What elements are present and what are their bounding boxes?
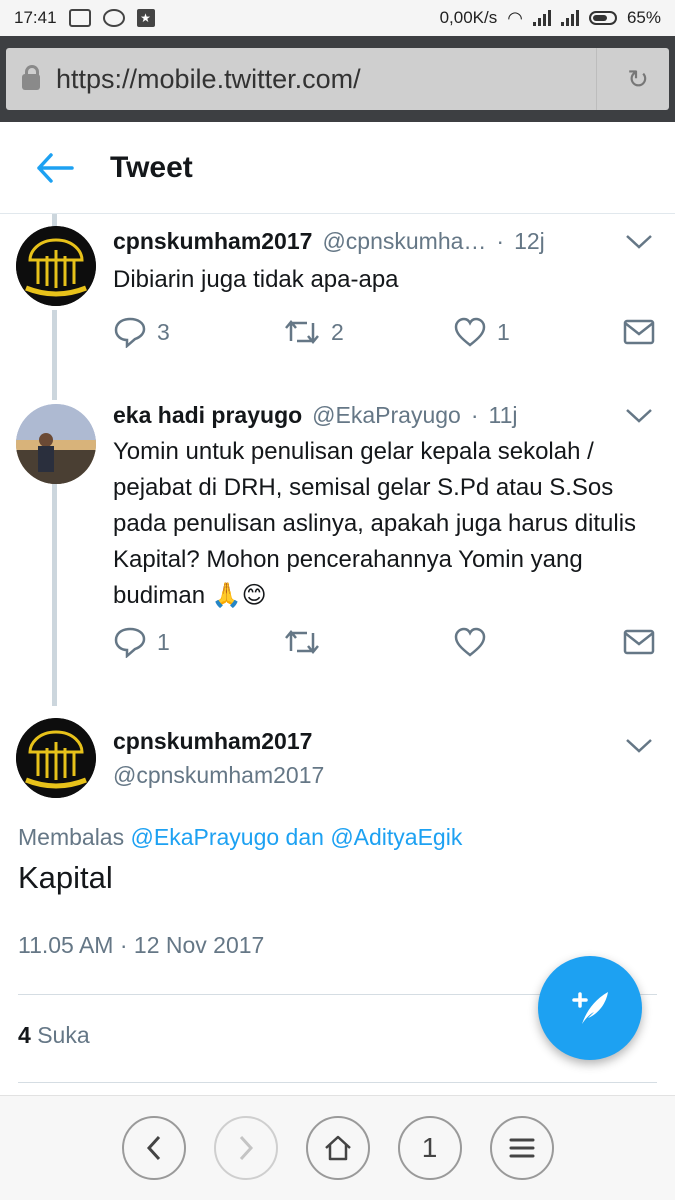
reply-icon [114, 627, 146, 658]
reply-prefix: Membalas [18, 824, 125, 850]
browser-forward-button[interactable] [213, 1116, 278, 1180]
like-button[interactable]: 1 [453, 317, 623, 347]
main-tweet-name: cpnskumham2017 [113, 728, 322, 755]
like-count: 1 [497, 318, 510, 345]
reload-icon[interactable]: ↻ [623, 64, 653, 95]
browser-tabs-button[interactable]: 1 [397, 1116, 462, 1180]
lock-icon [22, 65, 40, 90]
star-icon: ★ [136, 9, 155, 27]
likes-count: 4 [18, 1022, 31, 1048]
chevron-down-icon[interactable] [624, 404, 654, 430]
reply-count: 3 [157, 318, 170, 345]
tweet-timestamp: 11.05 AM · 12 Nov 2017 [18, 932, 265, 958]
main-tweet-handle: @cpnskumham2017 [113, 762, 324, 789]
separator-dot: · [496, 228, 505, 254]
main-tweet-text: Kapital [18, 860, 113, 895]
reply-joiner: dan [285, 824, 324, 850]
heart-icon [454, 317, 486, 347]
battery-icon [588, 11, 617, 25]
avatar[interactable] [16, 226, 96, 306]
display-name[interactable]: eka hadi prayugo [113, 402, 302, 429]
reply-context: Membalas @EkaPrayugo dan @AdityaEgik [18, 824, 462, 851]
browser-bottom-nav: 1 [0, 1095, 675, 1200]
battery-percent: 65% [626, 8, 661, 27]
display-name[interactable]: cpnskumham2017 [113, 728, 312, 755]
status-bar: 17:41 ★ 0,00K/s ◠ 65% [0, 0, 675, 36]
tweet-header: cpnskumham2017 @cpnskumha… · 12j [113, 228, 545, 255]
url-divider [596, 48, 597, 110]
envelope-icon [623, 629, 655, 655]
reply-button[interactable]: 1 [113, 626, 283, 658]
retweet-icon [285, 630, 319, 654]
url-text[interactable]: https://mobile.twitter.com/ [56, 64, 596, 95]
display-name[interactable]: cpnskumham2017 [113, 228, 312, 255]
user-handle[interactable]: @EkaPrayugo [312, 402, 461, 429]
avatar[interactable] [16, 718, 96, 798]
tabs-count: 1 [421, 1132, 438, 1163]
avatar[interactable] [16, 404, 96, 484]
like-button[interactable] [453, 627, 623, 657]
retweet-button[interactable]: 2 [283, 317, 453, 347]
compose-tweet-button[interactable] [538, 956, 642, 1060]
user-handle[interactable]: @cpnskumha… [322, 228, 486, 255]
direct-message-button[interactable] [623, 629, 655, 655]
envelope-icon [623, 319, 655, 345]
direct-message-button[interactable] [623, 319, 655, 345]
retweet-count: 2 [331, 318, 344, 345]
address-bar[interactable]: https://mobile.twitter.com/ ↻ [6, 48, 669, 110]
thread-line [52, 484, 57, 706]
likes-label: Suka [37, 1022, 90, 1048]
separator-dot: · [470, 402, 479, 428]
retweet-icon [285, 320, 319, 344]
home-icon [324, 1135, 351, 1161]
status-time: 17:41 [14, 8, 57, 27]
thread-line [52, 310, 57, 400]
chevron-left-icon [146, 1135, 160, 1161]
tweet-actions: 1 [113, 626, 655, 658]
reply-count: 1 [157, 628, 170, 655]
signal-icon-2 [560, 10, 579, 26]
network-speed: 0,00K/s [439, 8, 498, 27]
tweet-actions: 3 2 1 [113, 316, 655, 348]
likes-summary[interactable]: 4 Suka [18, 1022, 90, 1049]
user-handle[interactable]: @cpnskumham2017 [113, 762, 324, 789]
browser-back-button[interactable] [121, 1116, 186, 1180]
mosque-app-icon [68, 9, 91, 27]
browser-toolbar: https://mobile.twitter.com/ ↻ [0, 36, 675, 122]
chevron-right-icon [239, 1135, 253, 1161]
chat-app-icon [102, 9, 125, 27]
back-arrow-icon[interactable] [0, 122, 110, 214]
compose-quill-icon [572, 992, 608, 1024]
reply-button[interactable]: 3 [113, 316, 283, 348]
tweet-header: eka hadi prayugo @EkaPrayugo · 11j [113, 402, 518, 429]
divider [18, 1082, 657, 1083]
browser-menu-button[interactable] [489, 1116, 554, 1180]
page-title: Tweet [110, 150, 193, 184]
mention-link[interactable]: @AdityaEgik [330, 824, 462, 850]
chevron-down-icon[interactable] [624, 230, 654, 256]
retweet-button[interactable] [283, 627, 453, 657]
chevron-down-icon[interactable] [624, 734, 654, 760]
tweet-text: Yomin untuk penulisan gelar kepala sekol… [113, 438, 637, 609]
page-header: Tweet [0, 122, 675, 214]
tweet-text: Dibiarin juga tidak apa-apa [113, 266, 399, 293]
wifi-icon: ◠ [507, 7, 523, 28]
browser-home-button[interactable] [305, 1116, 370, 1180]
thread-line [52, 214, 57, 226]
signal-icon-1 [532, 10, 551, 26]
tweet-time[interactable]: 11j [489, 402, 518, 429]
mention-link[interactable]: @EkaPrayugo [131, 824, 280, 850]
tweet-time[interactable]: 12j [514, 228, 545, 255]
heart-icon [454, 627, 486, 657]
reply-icon [114, 317, 146, 348]
menu-icon [509, 1138, 534, 1158]
